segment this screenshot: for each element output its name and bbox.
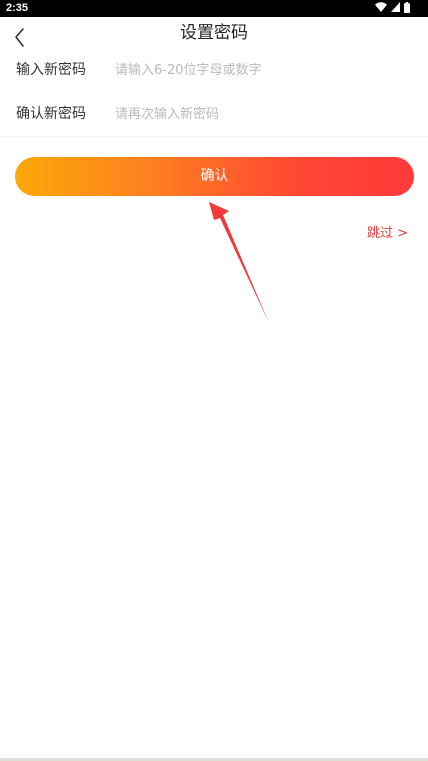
cellular-signal-icon bbox=[391, 2, 400, 15]
status-bar: 2:35 bbox=[0, 0, 428, 17]
status-time: 2:35 bbox=[6, 2, 29, 14]
status-icons bbox=[375, 1, 410, 16]
red-arrow-icon bbox=[209, 202, 269, 323]
battery-icon bbox=[404, 1, 410, 16]
confirm-password-row: 确认新密码 bbox=[0, 94, 428, 134]
new-password-input[interactable] bbox=[100, 58, 410, 82]
skip-link[interactable]: 跳过 > bbox=[367, 226, 408, 242]
confirm-button[interactable]: 确认 bbox=[15, 157, 414, 196]
form-divider bbox=[0, 136, 428, 137]
confirm-password-label: 确认新密码 bbox=[16, 106, 86, 122]
nav-bar: 设置密码 bbox=[0, 17, 428, 50]
new-password-label: 输入新密码 bbox=[16, 62, 86, 78]
wifi-icon bbox=[375, 2, 387, 15]
new-password-row: 输入新密码 bbox=[0, 50, 428, 90]
page-title: 设置密码 bbox=[180, 23, 248, 43]
confirm-password-input[interactable] bbox=[100, 102, 410, 126]
